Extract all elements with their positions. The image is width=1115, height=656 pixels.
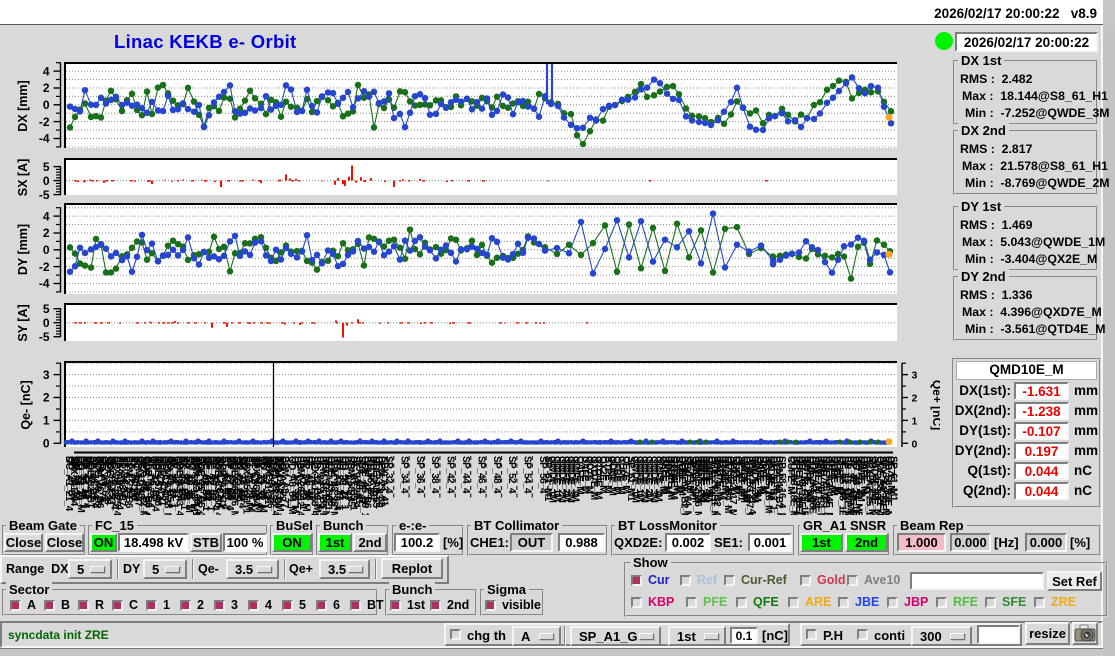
svg-text:SP_46_4: SP_46_4 <box>475 456 486 494</box>
svg-text:SP_54_4: SP_54_4 <box>522 456 533 494</box>
svg-text:-2: -2 <box>39 260 50 274</box>
svg-text:-2: -2 <box>39 115 50 129</box>
svg-text:Qe+ [nC]: Qe+ [nC] <box>930 380 940 430</box>
svg-text:SY [A]: SY [A] <box>16 304 30 341</box>
svg-text:0: 0 <box>43 174 50 188</box>
svg-text:SP_36_4: SP_36_4 <box>414 456 425 494</box>
svg-text:4: 4 <box>43 64 50 78</box>
svg-text:2: 2 <box>43 226 50 240</box>
svg-text:-4: -4 <box>39 132 50 146</box>
svg-text:SP_38_4: SP_38_4 <box>429 456 440 494</box>
svg-text:DX [mm]: DX [mm] <box>16 80 30 131</box>
svg-text:0: 0 <box>43 98 50 112</box>
svg-text:SP_48_4: SP_48_4 <box>491 456 502 494</box>
svg-text:0: 0 <box>43 316 50 330</box>
svg-text:2: 2 <box>43 391 50 405</box>
svg-text:0: 0 <box>912 438 918 450</box>
svg-text:2: 2 <box>912 393 918 405</box>
svg-text:0: 0 <box>43 437 50 451</box>
svg-text:1: 1 <box>43 414 50 428</box>
svg-text:SP_44_4: SP_44_4 <box>460 456 471 494</box>
svg-text:SP_52_4: SP_52_4 <box>506 456 517 494</box>
svg-text:5: 5 <box>43 160 50 174</box>
svg-text:1: 1 <box>912 415 918 427</box>
svg-text:2: 2 <box>43 81 50 95</box>
svg-text:5: 5 <box>43 302 50 316</box>
svg-text:-5: -5 <box>39 330 50 344</box>
svg-text:3: 3 <box>43 368 50 382</box>
svg-text:-4: -4 <box>39 277 50 291</box>
svg-text:Qe- [nC]: Qe- [nC] <box>19 380 33 429</box>
svg-text:-5: -5 <box>39 188 50 202</box>
svg-text:SP_42_4: SP_42_4 <box>445 456 456 494</box>
svg-text:SP_61_M1: SP_61_M1 <box>888 456 899 502</box>
svg-text:3: 3 <box>912 370 918 382</box>
svg-text:4: 4 <box>43 209 50 223</box>
svg-text:SP_34_4: SP_34_4 <box>398 456 409 494</box>
svg-text:SX [A]: SX [A] <box>16 159 30 197</box>
svg-text:DY [mm]: DY [mm] <box>16 224 30 275</box>
svg-text:0: 0 <box>43 243 50 257</box>
svg-text:SP_32_4: SP_32_4 <box>383 456 394 494</box>
